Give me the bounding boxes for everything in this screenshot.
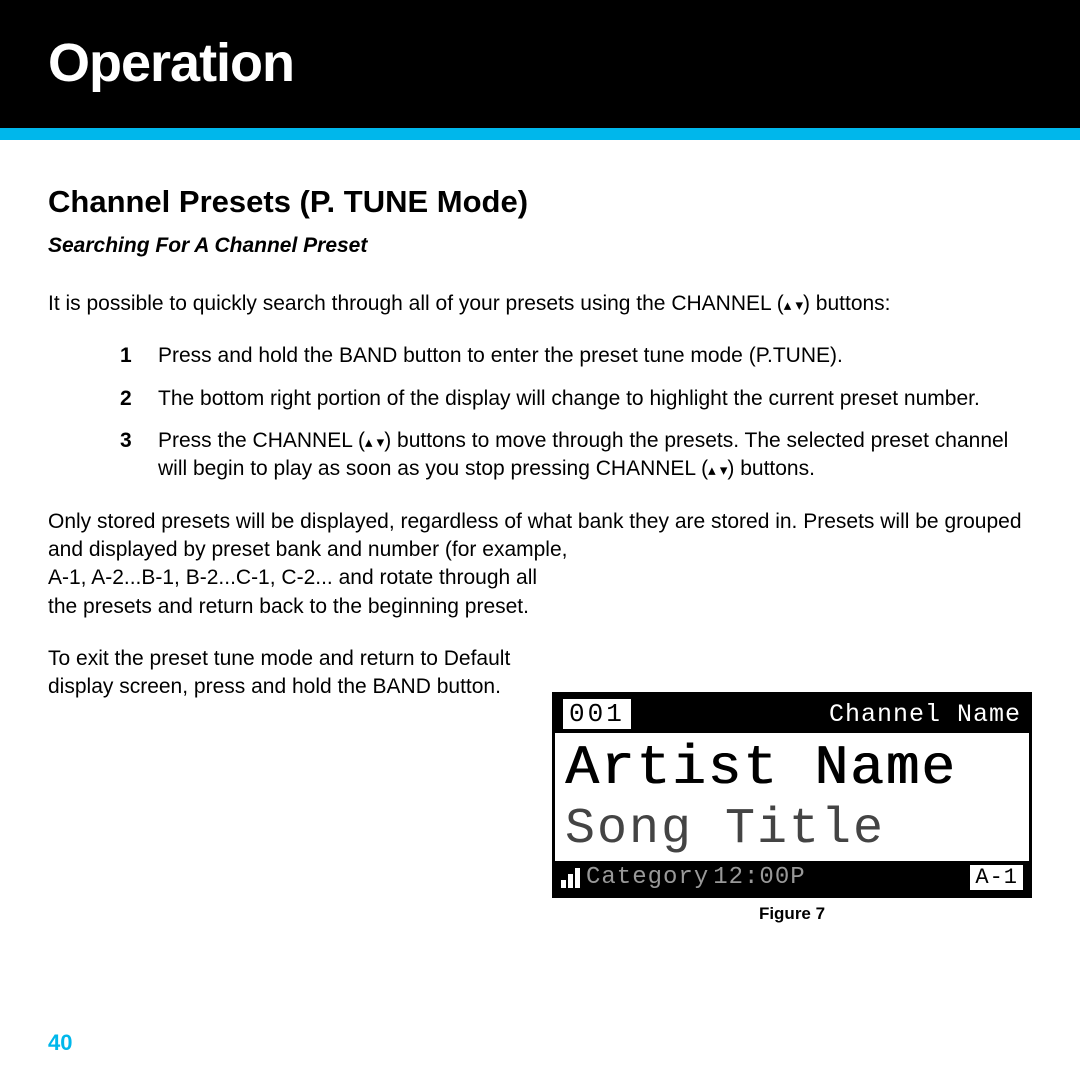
song-title: Song Title <box>565 802 1019 857</box>
intro-text-post: ) buttons: <box>803 292 891 315</box>
step-text: The bottom right portion of the display … <box>158 387 980 410</box>
page-title: Operation <box>48 32 1080 94</box>
artist-name: Artist Name <box>565 739 1019 798</box>
updown-icon: ▴ ▾ <box>784 298 803 313</box>
category-label: Category <box>586 864 709 891</box>
steps-list: 1 Press and hold the BAND button to ente… <box>48 342 1032 483</box>
preset-badge: A-1 <box>970 865 1023 890</box>
channel-number: 001 <box>563 699 631 729</box>
subsection-title: Searching For A Channel Preset <box>48 234 1032 258</box>
signal-icon <box>561 868 580 888</box>
body-paragraph: Only stored presets will be displayed, r… <box>48 508 1032 565</box>
intro-text-pre: It is possible to quickly search through… <box>48 292 784 315</box>
figure: 001 Channel Name Artist Name Song Title … <box>552 692 1032 924</box>
figure-caption: Figure 7 <box>552 904 1032 924</box>
lcd-top-row: 001 Channel Name <box>555 695 1029 733</box>
updown-icon: ▴ ▾ <box>708 463 727 478</box>
body-paragraph: To exit the preset tune mode and return … <box>48 645 568 702</box>
body-paragraph: A-1, A-2...B-1, B-2...C-1, C-2... and ro… <box>48 564 568 621</box>
step-item: 2 The bottom right portion of the displa… <box>120 385 1032 413</box>
step-item: 1 Press and hold the BAND button to ente… <box>120 342 1032 370</box>
content-area: Channel Presets (P. TUNE Mode) Searching… <box>0 140 1080 702</box>
step-text: Press the CHANNEL (▴ ▾) buttons to move … <box>158 429 1008 480</box>
page-header: Operation <box>0 0 1080 128</box>
page-number: 40 <box>48 1030 72 1056</box>
step-text: Press and hold the BAND button to enter … <box>158 344 843 367</box>
step-number: 1 <box>120 342 132 370</box>
accent-bar <box>0 128 1080 140</box>
channel-name: Channel Name <box>829 700 1021 729</box>
updown-icon: ▴ ▾ <box>365 435 384 450</box>
lcd-display: 001 Channel Name Artist Name Song Title … <box>552 692 1032 898</box>
intro-paragraph: It is possible to quickly search through… <box>48 290 1032 318</box>
step-item: 3 Press the CHANNEL (▴ ▾) buttons to mov… <box>120 427 1032 484</box>
lcd-bottom-row: Category 12:00P A-1 <box>555 861 1029 895</box>
section-title: Channel Presets (P. TUNE Mode) <box>48 184 1032 220</box>
time-label: 12:00P <box>713 864 805 891</box>
lcd-main: Artist Name Song Title <box>555 733 1029 861</box>
step-number: 3 <box>120 427 132 455</box>
step-number: 2 <box>120 385 132 413</box>
